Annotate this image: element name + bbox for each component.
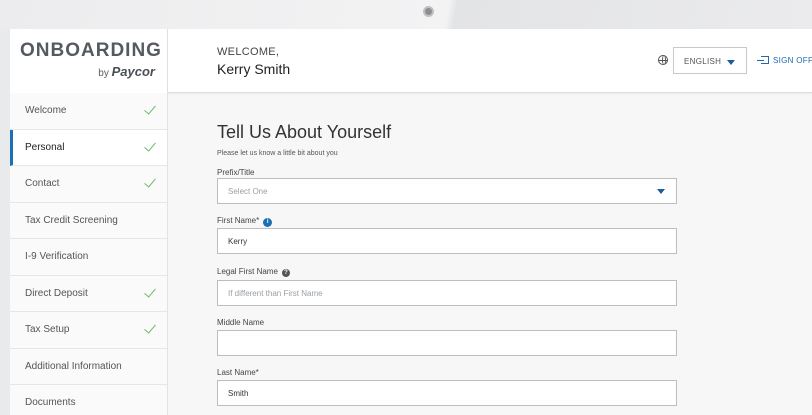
- sidebar-item-label: Tax Setup: [25, 324, 70, 335]
- sidebar-item-label: Welcome: [25, 105, 67, 116]
- legal-first-name-label-text: Legal First Name: [217, 267, 278, 276]
- chevron-down-icon: [657, 189, 665, 194]
- logo-title: ONBOARDING: [20, 40, 162, 61]
- legal-first-name-placeholder: If different than First Name: [228, 289, 323, 298]
- sidebar-item-label: Documents: [25, 397, 76, 408]
- logo[interactable]: ONBOARDING by Paycor: [10, 29, 168, 93]
- sign-out-icon: [757, 56, 769, 64]
- middle-name-field[interactable]: [217, 330, 677, 356]
- sidebar-item-label: I-9 Verification: [25, 251, 89, 262]
- sidebar-item-tax-setup[interactable]: Tax Setup: [10, 312, 167, 349]
- device-bezel: [0, 0, 812, 29]
- language-value: ENGLISH: [684, 57, 722, 66]
- sidebar-item-additional-information[interactable]: Additional Information: [10, 349, 167, 385]
- first-name-label-text: First Name*: [217, 216, 260, 225]
- sidebar-item-tax-credit-screening[interactable]: Tax Credit Screening: [10, 203, 167, 239]
- last-name-label: Last Name*: [217, 368, 259, 377]
- help-icon[interactable]: ?: [281, 269, 290, 277]
- language-select[interactable]: ENGLISH: [673, 47, 747, 74]
- first-name-value: Kerry: [228, 237, 248, 246]
- info-icon[interactable]: i: [263, 218, 273, 227]
- last-name-field[interactable]: Smith: [217, 380, 677, 406]
- checkmark-icon: [144, 138, 156, 152]
- logo-brand: Paycor: [111, 64, 155, 79]
- sidebar-item-label: Tax Credit Screening: [25, 214, 118, 226]
- sidebar-item-i9-verification[interactable]: I-9 Verification: [10, 239, 167, 276]
- legal-first-name-field[interactable]: If different than First Name: [217, 280, 677, 306]
- checkmark-icon: [144, 284, 156, 298]
- user-name: Kerry Smith: [217, 61, 291, 77]
- sign-off-label: SIGN OFF: [773, 56, 812, 65]
- main-content: Tell Us About Yourself Please let us kno…: [168, 93, 812, 415]
- sidebar-item-label: Additional Information: [25, 360, 122, 372]
- middle-name-label: Middle Name: [217, 318, 265, 327]
- globe-icon: [658, 55, 668, 65]
- sidebar-nav: Welcome Personal Contact Tax Credit Scre…: [10, 93, 168, 415]
- sidebar-item-label: Direct Deposit: [25, 287, 88, 299]
- sidebar-item-label: Personal: [25, 141, 65, 153]
- sidebar-item-direct-deposit[interactable]: Direct Deposit: [10, 276, 167, 312]
- sidebar-item-documents[interactable]: Documents: [10, 385, 167, 415]
- last-name-value: Smith: [228, 389, 249, 398]
- sidebar-item-label: Contact: [25, 178, 60, 189]
- app-screen: ONBOARDING by Paycor WELCOME, Kerry Smit…: [10, 29, 812, 415]
- chevron-down-icon: [727, 60, 735, 65]
- top-header: ONBOARDING by Paycor WELCOME, Kerry Smit…: [10, 29, 812, 93]
- first-name-label: First Name* i: [217, 216, 273, 227]
- welcome-label: WELCOME,: [217, 46, 280, 58]
- camera-icon: [423, 6, 434, 17]
- sidebar-item-contact[interactable]: Contact: [10, 166, 167, 203]
- page-subtitle: Please let us know a little bit about yo…: [217, 150, 338, 157]
- sign-off-link[interactable]: SIGN OFF: [757, 56, 812, 65]
- checkmark-icon: [144, 175, 156, 188]
- sidebar-item-personal[interactable]: Personal: [10, 129, 167, 166]
- logo-by: by: [98, 68, 109, 79]
- page-title: Tell Us About Yourself: [217, 122, 392, 142]
- prefix-label: Prefix/Title: [217, 168, 255, 177]
- checkmark-icon: [144, 321, 156, 334]
- first-name-field[interactable]: Kerry: [217, 228, 677, 254]
- prefix-placeholder: Select One: [228, 187, 268, 196]
- legal-first-name-label: Legal First Name?: [217, 267, 290, 277]
- checkmark-icon: [144, 102, 156, 115]
- logo-byline: by Paycor: [98, 64, 155, 79]
- sidebar-item-welcome[interactable]: Welcome: [10, 93, 167, 130]
- prefix-select[interactable]: Select One: [217, 178, 677, 204]
